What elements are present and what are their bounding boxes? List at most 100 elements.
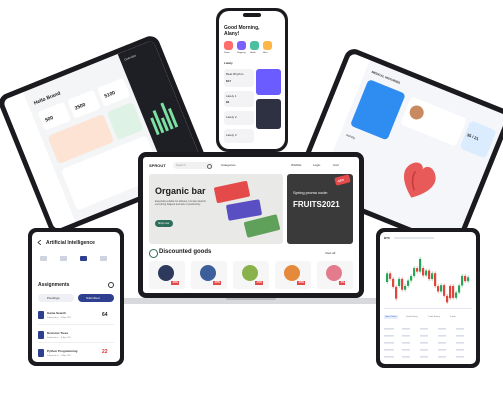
search-icon[interactable]: [108, 282, 114, 288]
shop-now-label: Shop now: [158, 221, 170, 225]
candlestick-chart: [386, 252, 470, 304]
stat-value: 2500: [74, 101, 87, 112]
list-item-value: $17: [226, 79, 232, 83]
candle-body: [461, 275, 464, 286]
candle-body: [392, 278, 395, 287]
tab-trade-history[interactable]: Trade History: [428, 315, 440, 319]
category-more-icon[interactable]: [263, 41, 272, 50]
dark-panel-label: Overview: [123, 53, 137, 62]
product-image: [284, 265, 300, 281]
product-image: [326, 265, 342, 281]
candle-body: [452, 286, 455, 298]
category-label: More: [263, 52, 268, 54]
product-badge: -15%: [255, 281, 263, 285]
list-item-title: Beat Rhythm: [226, 72, 244, 76]
small-tablet: Artificial Intelligence Assignments Pend…: [28, 228, 124, 366]
product-image: [242, 265, 258, 281]
item-sub: Submitted on : 14 Apr 2021: [47, 355, 72, 357]
category-shopping-icon[interactable]: [237, 41, 246, 50]
candle-body: [404, 285, 407, 290]
tab-submitted[interactable]: Submitted: [78, 294, 114, 302]
candle-body: [422, 268, 425, 276]
header-dots: [394, 237, 434, 239]
list-item-title: Lately 2: [226, 115, 237, 119]
list-item[interactable]: Beat Rhythm $17: [224, 69, 254, 87]
tab-icon[interactable]: [40, 256, 47, 261]
candle-body: [434, 273, 437, 287]
candle-body: [464, 275, 467, 282]
product-card[interactable]: -10%: [149, 261, 185, 289]
tab-open-orders[interactable]: Open Orders: [384, 315, 398, 319]
candle-body: [428, 270, 431, 280]
trading-tablet: BTC Open Orders Order History Trade Hist…: [376, 228, 480, 368]
view-all-link[interactable]: View all: [325, 251, 335, 255]
candle-body: [395, 286, 398, 299]
candle-body: [431, 273, 434, 280]
back-icon[interactable]: [37, 240, 42, 245]
hero-banner: Organic bar Especially suitable for athl…: [149, 174, 283, 244]
product-card[interactable]: -10%: [275, 261, 311, 289]
item-sub: Submitted on : 16 Apr 2021: [47, 317, 72, 319]
candle-body: [419, 258, 422, 272]
phone-notch: [243, 13, 261, 17]
candle-body: [467, 277, 470, 282]
candle-body: [416, 268, 419, 272]
product-card[interactable]: -15%: [233, 261, 269, 289]
promo-code: FRUITS2021: [293, 200, 340, 209]
stat-value: 35 / 21: [466, 132, 480, 142]
product-card[interactable]: -10%: [191, 261, 227, 289]
category-label: Health: [250, 52, 256, 54]
list-item-title: Lately 1: [226, 94, 237, 98]
candle-body: [389, 273, 392, 279]
list-item[interactable]: Decision Trees Submitted on : 11 Apr 202…: [38, 328, 114, 343]
list-item[interactable]: Game Search Submitted on : 16 Apr 2021 6…: [38, 308, 114, 325]
phone-user-name: Alany!: [224, 31, 240, 37]
tab-pendings[interactable]: Pendings: [38, 294, 74, 302]
tab-icon-active[interactable]: [80, 256, 87, 261]
discount-badge-label: -15%: [336, 177, 345, 184]
small-tablet-screen: Artificial Intelligence Assignments Pend…: [32, 232, 120, 362]
product-badge: -10%: [213, 281, 221, 285]
file-icon: [38, 311, 44, 319]
list-item[interactable]: Lately 2: [224, 111, 254, 125]
dark-card[interactable]: [256, 99, 281, 129]
candle-body: [425, 270, 428, 276]
nav-cart[interactable]: Cart: [333, 163, 339, 167]
item-score: 64: [102, 312, 108, 318]
tab-order-history[interactable]: Order History: [406, 315, 418, 319]
heart-illustration: [392, 151, 446, 207]
laptop: SPROUT Search Categories Wishlist Login …: [138, 152, 364, 298]
tab-icon[interactable]: [100, 256, 107, 261]
category-health-icon[interactable]: [250, 41, 259, 50]
product-image: [200, 265, 216, 281]
list-item[interactable]: Lately 1 $4: [224, 91, 254, 107]
store-logo[interactable]: SPROUT: [149, 163, 166, 168]
trading-pair: BTC: [384, 236, 391, 240]
stat-card-3: 5100: [96, 77, 131, 107]
assignments-heading: Assignments: [38, 282, 70, 288]
nav-login[interactable]: Login: [313, 163, 320, 167]
stat-card-2: 2500: [67, 89, 101, 119]
list-item[interactable]: Lately 3: [224, 129, 254, 143]
list-item[interactable]: Python Programming Submitted on : 14 Apr…: [38, 346, 114, 360]
category-phone-icon[interactable]: [224, 41, 233, 50]
hero-text: Especially suitable for athletes, but al…: [155, 200, 207, 206]
product-card[interactable]: -5%: [317, 261, 353, 289]
search-icon: [207, 164, 212, 169]
categories-menu[interactable]: Categories: [221, 163, 236, 167]
promo-banner: -15% Spring promo code: FRUITS2021: [287, 174, 353, 244]
shop-now-button[interactable]: Shop now: [155, 220, 173, 227]
nav-wishlist[interactable]: Wishlist: [291, 163, 301, 167]
product-badge: -5%: [339, 281, 346, 285]
stat-box: 35 / 21: [459, 120, 497, 159]
purple-card[interactable]: [256, 69, 281, 95]
activity-label: Activity: [345, 132, 356, 141]
item-title: Decision Trees: [47, 331, 69, 335]
candle-body: [458, 285, 461, 293]
candle-body: [437, 286, 440, 292]
laptop-hinge: [226, 298, 276, 300]
tab-funds[interactable]: Funds: [450, 315, 456, 319]
search-input[interactable]: Search: [173, 162, 213, 169]
phone-category-row: Phone Shopping Health More: [224, 41, 282, 57]
tab-icon[interactable]: [60, 256, 67, 261]
